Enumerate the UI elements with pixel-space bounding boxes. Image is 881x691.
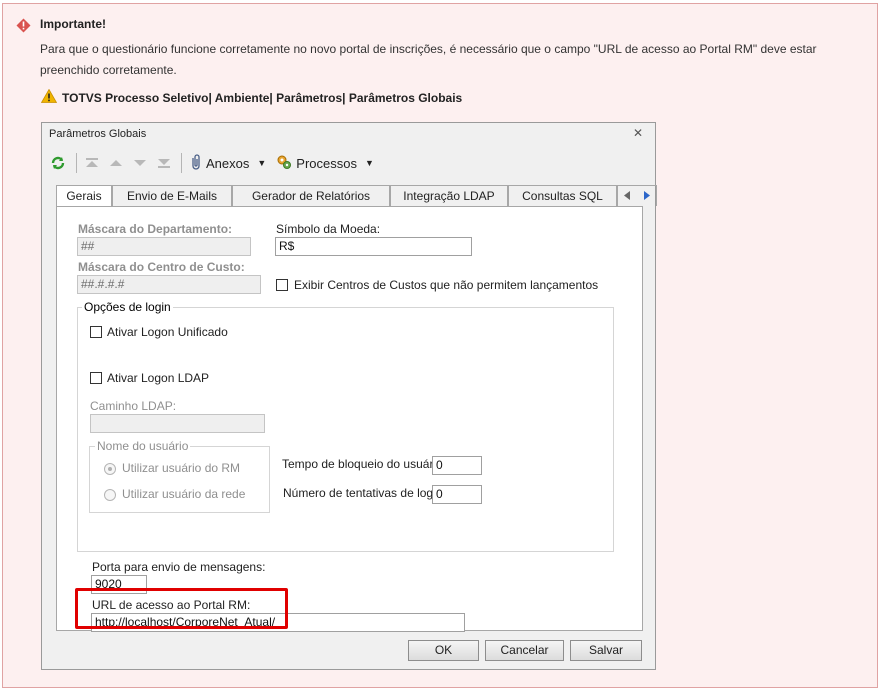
previous-record-icon[interactable]: [109, 157, 123, 169]
scroll-right-icon[interactable]: [643, 187, 650, 205]
use-network-user-radio[interactable]: [104, 489, 116, 501]
ldap-path-field: [90, 414, 265, 433]
menu-path-text: TOTVS Processo Seletivo| Ambiente| Parâm…: [62, 90, 463, 105]
alert-text: Para que o questionário funcione correta…: [40, 42, 817, 77]
ldap-logon-checkbox[interactable]: [90, 372, 102, 384]
chevron-down-icon: ▼: [365, 158, 374, 168]
cost-center-mask-label: Máscara do Centro de Custo:: [78, 260, 245, 274]
tab-scroll: [617, 185, 657, 206]
lock-time-label: Tempo de bloqueio do usuário:: [282, 457, 447, 471]
unified-logon-label: Ativar Logon Unificado: [107, 325, 228, 339]
messages-port-label: Porta para envio de mensagens:: [92, 560, 266, 574]
login-options-legend: Opções de login: [82, 300, 173, 314]
cancel-button[interactable]: Cancelar: [485, 640, 564, 661]
scroll-left-icon[interactable]: [624, 187, 631, 205]
warning-icon: [40, 88, 58, 106]
currency-symbol-label: Símbolo da Moeda:: [276, 222, 381, 236]
use-rm-user-radio[interactable]: [104, 463, 116, 475]
attachments-menu[interactable]: Anexos ▼: [190, 153, 267, 173]
chevron-down-icon: ▼: [257, 158, 267, 168]
tab-general[interactable]: Gerais: [56, 185, 112, 208]
toolbar: Anexos ▼ Processos ▼: [50, 150, 384, 176]
alert-title: Importante!: [40, 17, 106, 31]
save-button[interactable]: Salvar: [570, 640, 642, 661]
username-group: [89, 446, 270, 513]
processes-label: Processos: [296, 155, 357, 171]
general-tab-panel: Máscara do Departamento: ## Símbolo da M…: [56, 206, 643, 632]
currency-symbol-field[interactable]: R$: [275, 237, 472, 256]
window-title: Parâmetros Globais: [49, 128, 147, 140]
refresh-icon[interactable]: [50, 155, 66, 171]
tab-ldap-integration[interactable]: Integração LDAP: [390, 185, 508, 206]
tab-email[interactable]: Envio de E-Mails: [112, 185, 232, 206]
show-cost-centers-label: Exibir Centros de Custos que não permite…: [294, 278, 599, 292]
highlight-box: [75, 588, 288, 629]
attachments-label: Anexos: [206, 155, 250, 171]
paperclip-icon: [190, 153, 202, 173]
gears-icon: [276, 154, 292, 173]
ok-button[interactable]: OK: [408, 640, 479, 661]
ldap-logon-label: Ativar Logon LDAP: [107, 371, 210, 385]
cost-center-mask-field: ##.#.#.#: [77, 275, 261, 294]
username-legend: Nome do usuário: [95, 439, 191, 453]
ldap-path-label: Caminho LDAP:: [90, 399, 177, 413]
login-attempts-label: Número de tentativas de login:: [283, 486, 446, 500]
lock-time-field[interactable]: 0: [432, 456, 482, 475]
show-cost-centers-checkbox[interactable]: [276, 279, 288, 291]
unified-logon-checkbox[interactable]: [90, 326, 102, 338]
dept-mask-field: ##: [77, 237, 251, 256]
dept-mask-label: Máscara do Departamento:: [78, 222, 233, 236]
first-record-icon[interactable]: [85, 157, 99, 169]
use-network-user-label: Utilizar usuário da rede: [122, 487, 246, 501]
tab-sql-queries[interactable]: Consultas SQL: [508, 185, 617, 206]
menu-path: TOTVS Processo Seletivo| Ambiente| Parâm…: [40, 88, 463, 106]
login-attempts-field[interactable]: 0: [432, 485, 482, 504]
error-icon: [16, 18, 31, 33]
last-record-icon[interactable]: [157, 157, 171, 169]
tab-report-generator[interactable]: Gerador de Relatórios: [232, 185, 390, 206]
next-record-icon[interactable]: [133, 157, 147, 169]
close-icon[interactable]: ✕: [633, 126, 643, 140]
processes-menu[interactable]: Processos ▼: [276, 154, 374, 173]
use-rm-user-label: Utilizar usuário do RM: [122, 461, 241, 475]
